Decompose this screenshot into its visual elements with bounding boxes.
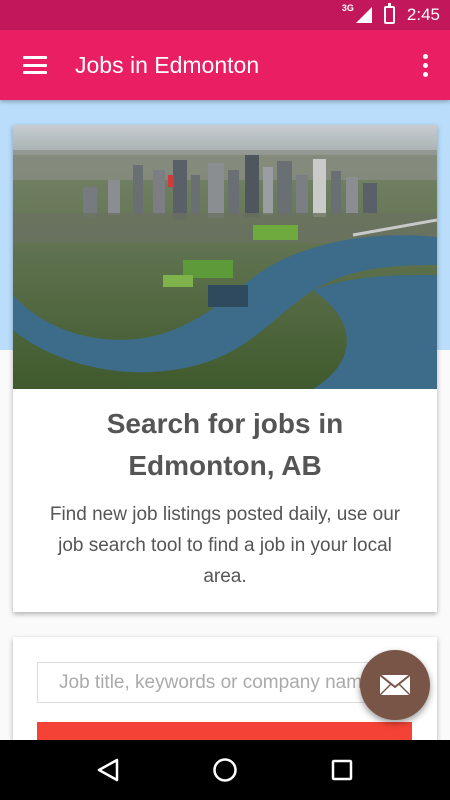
- clock: 2:45: [406, 5, 440, 24]
- navigation-bar: [0, 740, 450, 800]
- more-vert-icon[interactable]: [400, 30, 450, 100]
- hero-image: [13, 125, 437, 389]
- app-title: Jobs in Edmonton: [75, 51, 260, 78]
- cell-signal-icon: 3G: [342, 3, 372, 23]
- job-search-input[interactable]: [37, 662, 412, 703]
- status-bar: 3G 2:45: [0, 0, 450, 30]
- network-type: 3G: [341, 3, 354, 13]
- hero-title: Search for jobs in Edmonton, AB: [106, 408, 344, 481]
- email-icon: [379, 674, 411, 696]
- hero-card: Search for jobs in Edmonton, AB Find new…: [13, 125, 437, 612]
- app-bar: Jobs in Edmonton: [0, 30, 450, 100]
- back-icon[interactable]: [83, 745, 133, 795]
- email-fab[interactable]: [360, 650, 430, 720]
- hero-description: Find new job listings posted daily, use …: [49, 504, 401, 587]
- recents-icon[interactable]: [317, 745, 367, 795]
- hamburger-menu-icon[interactable]: [0, 30, 70, 100]
- home-icon[interactable]: [200, 745, 250, 795]
- battery-icon: [383, 3, 395, 24]
